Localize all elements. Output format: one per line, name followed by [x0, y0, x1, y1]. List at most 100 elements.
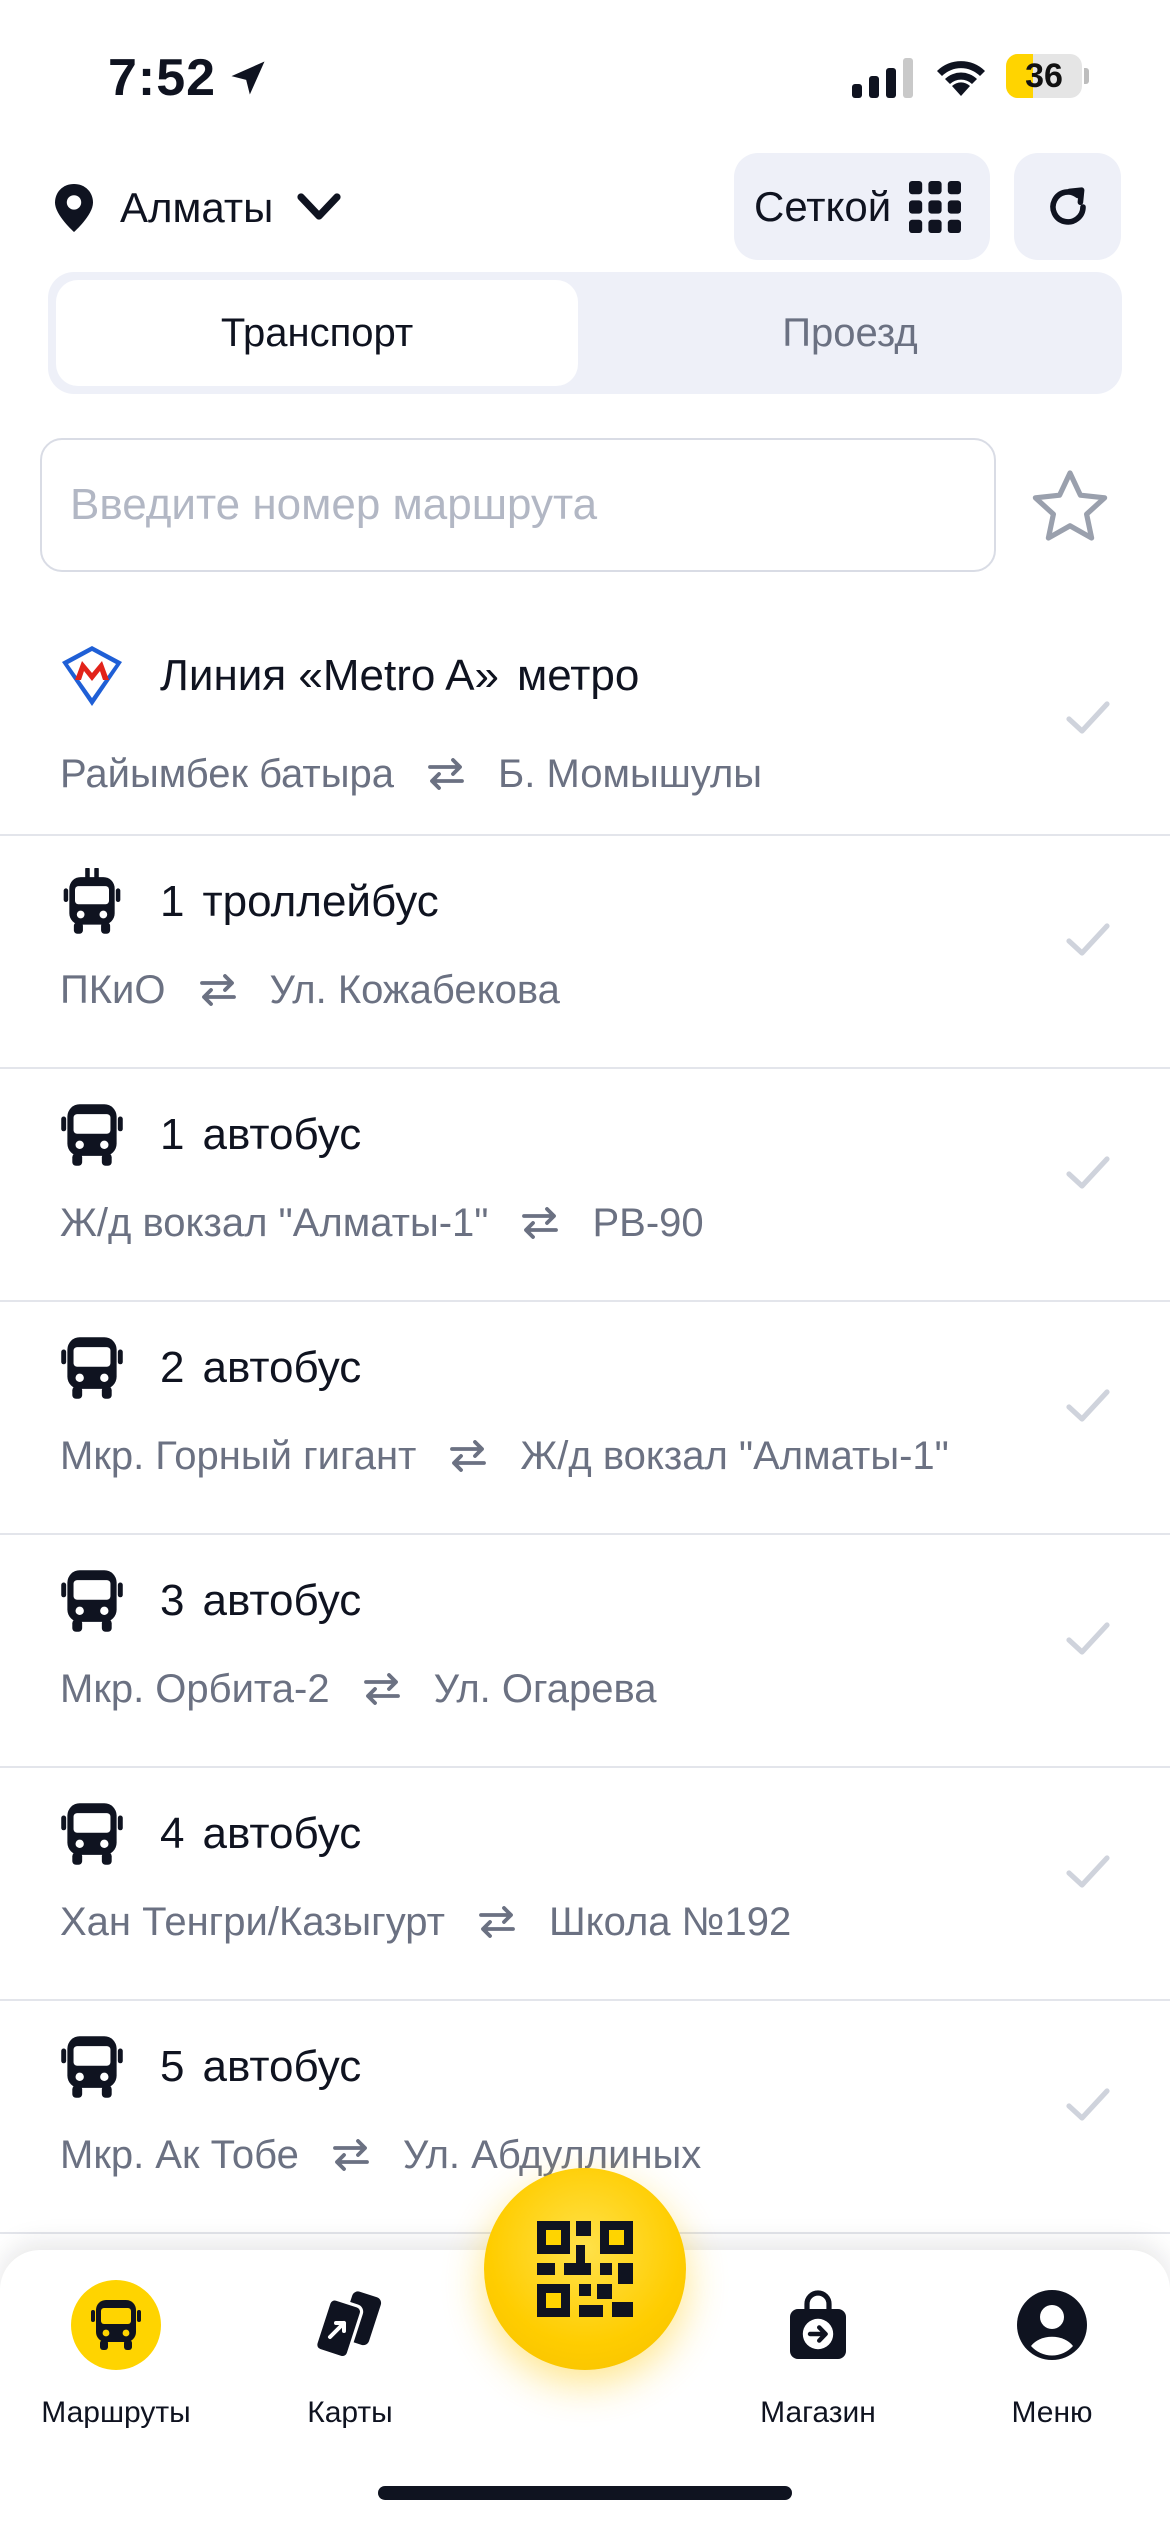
route-header: 4 автобус [60, 1798, 361, 1870]
battery-tip [1084, 68, 1089, 84]
route-endpoints: Мкр. Орбита-2 Ул. Огарева [60, 1661, 657, 1717]
route-from: Хан Тенгри/Казыгурт [60, 1899, 445, 1944]
wifi-icon [937, 61, 985, 96]
nav-routes[interactable]: Маршруты [16, 2280, 216, 2450]
route-header: 2 автобус [60, 1332, 361, 1404]
route-endpoints: ПКиО Ул. Кожабекова [60, 962, 560, 1018]
route-from: ПКиО [60, 967, 166, 1012]
route-from: Райымбек батыра [60, 751, 394, 796]
swap-arrows-icon [331, 2137, 371, 2173]
route-type: автобус [202, 2042, 362, 2091]
cards-icon [314, 2291, 382, 2360]
qr-code-icon [537, 2221, 633, 2317]
bus-icon [60, 2033, 124, 2101]
transport-tabs: Транспорт Проезд [48, 272, 1122, 394]
battery-level: 36 [1025, 57, 1063, 95]
status-time: 7:52 [108, 49, 217, 107]
route-to: Ж/д вокзал "Алматы-1" [520, 1433, 949, 1478]
city-name: Алматы [120, 184, 274, 231]
route-type: автобус [202, 1343, 362, 1392]
check-icon[interactable] [1064, 1153, 1112, 1193]
route-header: 3 автобус [60, 1565, 361, 1637]
refresh-button[interactable] [1014, 153, 1121, 260]
nav-shop[interactable]: Магазин [718, 2280, 918, 2450]
route-number: 4 [160, 1809, 185, 1858]
route-row[interactable]: 3 автобус Мкр. Орбита-2 Ул. Огарева [0, 1535, 1170, 1768]
route-to: Ул. Абдуллиных [402, 2132, 702, 2177]
route-endpoints: Райымбек батыра Б. Момышулы [60, 746, 762, 802]
bus-icon [60, 1800, 124, 1868]
swap-arrows-icon [448, 1438, 488, 1474]
nav-shop-icon-wrap [773, 2280, 863, 2370]
swap-arrows-icon [198, 972, 238, 1008]
route-row[interactable]: 4 автобус Хан Тенгри/Казыгурт Школа №192 [0, 1768, 1170, 2001]
tab-transport[interactable]: Транспорт [56, 280, 578, 386]
route-endpoints: Ж/д вокзал "Алматы-1" РВ-90 [60, 1195, 704, 1251]
nav-menu-label: Меню [1011, 2396, 1093, 2429]
nav-menu-icon-wrap [1007, 2280, 1097, 2370]
map-pin-icon [55, 184, 93, 232]
metro-logo-icon [60, 642, 124, 710]
route-list: Линия «Metro A» метро Райымбек батыра Б. Мо… [0, 624, 1170, 2234]
grid-view-button[interactable]: Сеткой [734, 153, 990, 260]
nav-cards[interactable]: Карты [250, 2280, 450, 2450]
check-icon[interactable] [1064, 920, 1112, 960]
refresh-icon [1049, 186, 1086, 225]
route-number: 1 [160, 1110, 185, 1159]
favorites-star-icon[interactable] [1030, 468, 1110, 544]
route-header: 5 автобус [60, 2031, 361, 2103]
route-row[interactable]: 2 автобус Мкр. Горный гигант Ж/д вокзал "Ал… [0, 1302, 1170, 1535]
route-header: 1 автобус [60, 1099, 361, 1171]
cellular-signal-icon [852, 58, 913, 98]
route-number: 2 [160, 1343, 185, 1392]
grid-view-label: Сеткой [754, 182, 892, 230]
home-indicator [378, 2486, 792, 2500]
route-from: Мкр. Горный гигант [60, 1433, 417, 1478]
route-endpoints: Мкр. Горный гигант Ж/д вокзал "Алматы-1" [60, 1428, 949, 1484]
swap-arrows-icon [477, 1904, 517, 1940]
bus-icon [60, 1334, 124, 1402]
nav-shop-label: Магазин [760, 2396, 876, 2429]
bus-icon [60, 1567, 124, 1635]
qr-scan-button[interactable] [484, 2168, 686, 2370]
swap-arrows-icon [426, 756, 466, 792]
route-to: Школа №192 [548, 1899, 792, 1944]
route-from: Ж/д вокзал "Алматы-1" [60, 1200, 489, 1245]
route-type: автобус [202, 1576, 362, 1625]
route-type: автобус [202, 1110, 362, 1159]
nav-cards-icon-wrap [305, 2280, 395, 2370]
chevron-down-icon [297, 193, 341, 220]
route-to: РВ-90 [592, 1200, 704, 1245]
route-search-input[interactable] [40, 438, 996, 572]
check-icon[interactable] [1064, 1619, 1112, 1659]
swap-arrows-icon [520, 1205, 560, 1241]
check-icon[interactable] [1064, 1852, 1112, 1892]
battery-body: 36 [1006, 54, 1082, 98]
check-icon[interactable] [1064, 2085, 1112, 2125]
check-icon[interactable] [1064, 1386, 1112, 1426]
route-endpoints: Хан Тенгри/Казыгурт Школа №192 [60, 1894, 791, 1950]
tab-fare[interactable]: Проезд [586, 280, 1114, 386]
route-row[interactable]: Линия «Metro A» метро Райымбек батыра Б. Мо… [0, 624, 1170, 836]
bus-icon [91, 2300, 141, 2350]
route-from: Мкр. Орбита-2 [60, 1666, 330, 1711]
route-type: троллейбус [202, 877, 439, 926]
route-header: 1 троллейбус [60, 866, 439, 938]
route-header: Линия «Metro A» метро [60, 640, 639, 712]
city-selector[interactable]: Алматы [54, 178, 341, 238]
nav-cards-label: Карты [307, 2396, 393, 2429]
nav-menu[interactable]: Меню [952, 2280, 1152, 2450]
swap-arrows-icon [362, 1671, 402, 1707]
battery-indicator: 36 [1006, 54, 1089, 98]
route-number: 3 [160, 1576, 185, 1625]
route-row[interactable]: 1 автобус Ж/д вокзал "Алматы-1" РВ-90 [0, 1069, 1170, 1302]
status-bar: 7:52 36 [0, 0, 1170, 150]
route-number: 5 [160, 2042, 185, 2091]
location-arrow-icon [231, 61, 265, 95]
route-type: метро [516, 651, 640, 700]
nav-routes-label: Маршруты [41, 2396, 191, 2429]
route-row[interactable]: 1 троллейбус ПКиО Ул. Кожабекова [0, 836, 1170, 1069]
route-number: Линия «Metro A» [160, 651, 499, 700]
route-number: 1 [160, 877, 185, 926]
check-icon[interactable] [1064, 698, 1112, 738]
